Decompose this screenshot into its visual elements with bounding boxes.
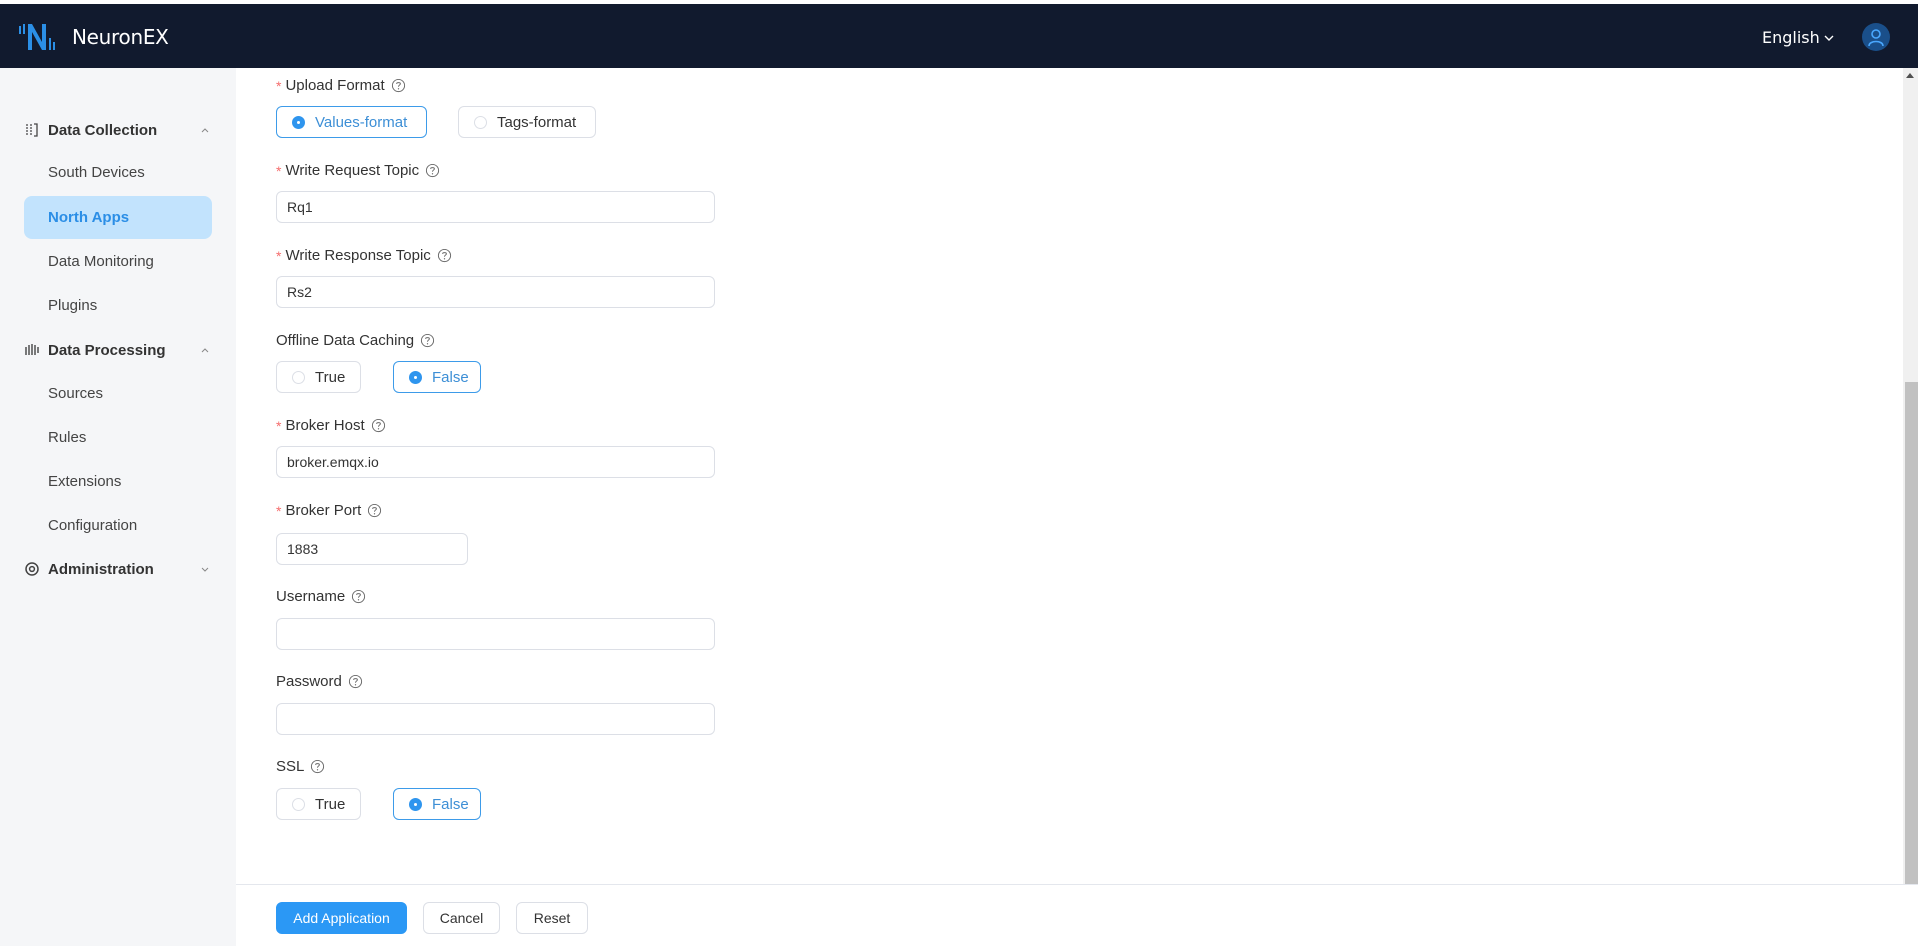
scroll-up-arrow-icon[interactable]	[1906, 73, 1914, 78]
required-marker: *	[276, 417, 282, 434]
write-response-topic-input[interactable]	[276, 276, 715, 308]
sidebar-group-label: Data Processing	[48, 341, 166, 359]
top-header: NeuronEX English	[0, 0, 1918, 68]
required-marker: *	[276, 502, 282, 519]
chevron-down-icon	[201, 567, 209, 572]
help-icon[interactable]	[348, 674, 363, 689]
sidebar-group-administration[interactable]: Administration	[0, 549, 236, 589]
radio-offline-caching-false[interactable]: False	[393, 361, 481, 393]
help-icon[interactable]	[425, 163, 440, 178]
language-label: English	[1762, 28, 1820, 47]
form-scrollbar[interactable]	[1903, 68, 1918, 884]
radio-dot	[474, 115, 487, 129]
user-avatar[interactable]	[1862, 23, 1890, 51]
sidebar: Data Collection South Devices North Apps…	[0, 68, 236, 946]
required-marker: *	[276, 77, 282, 94]
sidebar-group-label: Administration	[48, 560, 154, 578]
broker-port-label: * Broker Port	[276, 502, 382, 519]
sidebar-group-data-processing[interactable]: Data Processing	[0, 330, 236, 370]
password-input[interactable]	[276, 703, 715, 735]
write-response-topic-label: * Write Response Topic	[276, 247, 452, 264]
upload-format-label: * Upload Format	[276, 77, 406, 94]
radio-dot	[409, 370, 422, 384]
list-icon	[26, 123, 38, 137]
radio-dot	[409, 797, 422, 811]
username-input[interactable]	[276, 618, 715, 650]
sidebar-item-sources[interactable]: Sources	[24, 372, 212, 415]
sidebar-item-rules[interactable]: Rules	[24, 416, 212, 459]
sidebar-item-configuration[interactable]: Configuration	[24, 504, 212, 547]
password-label: Password	[276, 673, 363, 690]
radio-dot	[292, 115, 305, 129]
broker-host-input[interactable]	[276, 446, 715, 478]
sidebar-group-data-collection[interactable]: Data Collection	[0, 110, 236, 150]
reset-button[interactable]: Reset	[516, 902, 588, 934]
radio-dot	[292, 370, 305, 384]
sidebar-item-plugins[interactable]: Plugins	[24, 284, 212, 327]
form-footer: Add Application Cancel Reset	[236, 884, 1918, 946]
chevron-up-icon	[201, 128, 209, 133]
chevron-down-icon	[1824, 35, 1834, 41]
logo[interactable]: NeuronEX	[18, 20, 169, 54]
help-icon[interactable]	[437, 248, 452, 263]
language-selector[interactable]: English	[1762, 28, 1834, 47]
radio-tags-format[interactable]: Tags-format	[458, 106, 596, 138]
sidebar-item-south-devices[interactable]: South Devices	[24, 151, 212, 194]
user-icon	[1868, 29, 1884, 47]
help-icon[interactable]	[310, 759, 325, 774]
sidebar-group-label: Data Collection	[48, 121, 158, 139]
add-application-button[interactable]: Add Application	[276, 902, 407, 934]
chevron-up-icon	[201, 348, 209, 353]
username-label: Username	[276, 588, 366, 605]
sidebar-item-north-apps[interactable]: North Apps	[24, 196, 212, 239]
app-name: NeuronEX	[72, 25, 169, 49]
help-icon[interactable]	[367, 503, 382, 518]
radio-offline-caching-true[interactable]: True	[276, 361, 361, 393]
help-icon[interactable]	[391, 78, 406, 93]
broker-host-label: * Broker Host	[276, 417, 386, 434]
ssl-label: SSL	[276, 758, 325, 775]
help-icon[interactable]	[371, 418, 386, 433]
help-icon[interactable]	[351, 589, 366, 604]
radio-dot	[292, 797, 305, 811]
required-marker: *	[276, 162, 282, 179]
gear-icon	[25, 562, 39, 576]
write-request-topic-input[interactable]	[276, 191, 715, 223]
offline-data-caching-label: Offline Data Caching	[276, 332, 435, 349]
bars-icon	[25, 344, 39, 355]
neuronex-logo-icon	[19, 24, 55, 50]
cancel-button[interactable]: Cancel	[423, 902, 500, 934]
application-form: * Upload Format Values-format Tags-forma…	[236, 68, 1903, 884]
radio-values-format[interactable]: Values-format	[276, 106, 427, 138]
sidebar-item-extensions[interactable]: Extensions	[24, 460, 212, 503]
radio-ssl-true[interactable]: True	[276, 788, 361, 820]
scrollbar-thumb[interactable]	[1905, 382, 1918, 884]
radio-ssl-false[interactable]: False	[393, 788, 481, 820]
required-marker: *	[276, 247, 282, 264]
write-request-topic-label: * Write Request Topic	[276, 162, 440, 179]
help-icon[interactable]	[420, 333, 435, 348]
broker-port-input[interactable]	[276, 533, 468, 565]
sidebar-item-data-monitoring[interactable]: Data Monitoring	[24, 240, 212, 283]
